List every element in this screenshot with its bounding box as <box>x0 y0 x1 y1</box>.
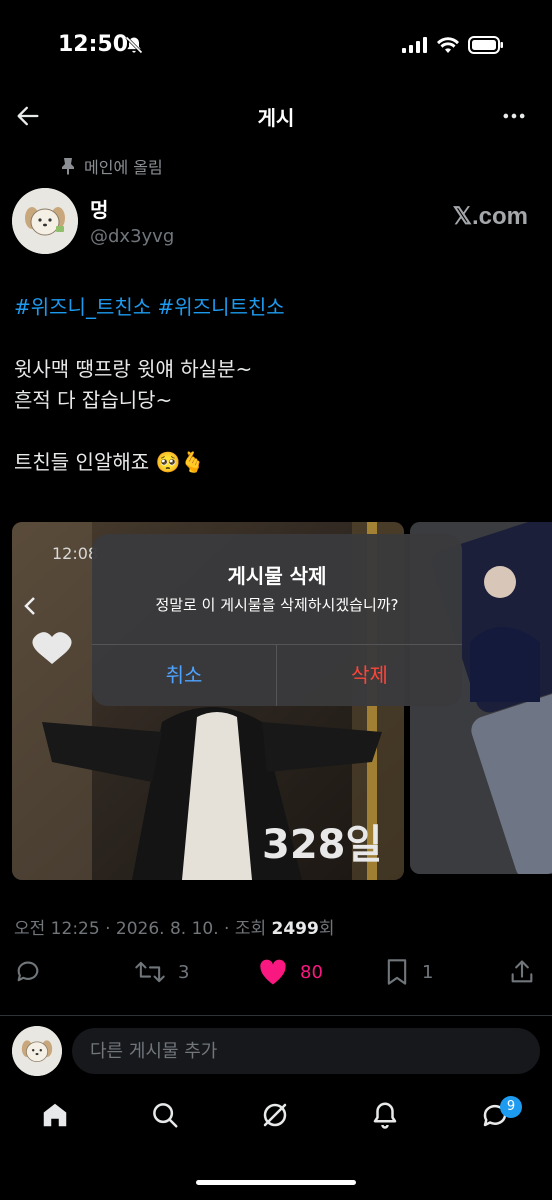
view-count: 2499 <box>271 919 319 939</box>
bookmark-count: 1 <box>422 961 434 983</box>
cancel-button[interactable]: 취소 <box>92 644 276 706</box>
retweet-action[interactable]: 3 <box>134 958 189 986</box>
home-icon[interactable] <box>40 1100 70 1130</box>
battery-icon <box>468 36 503 54</box>
delete-dialog: 게시물 삭제 정말로 이 게시물을 삭제하시겠습니까? 취소 삭제 <box>92 534 462 706</box>
wifi-icon <box>437 37 459 53</box>
media-day-label: 328일 <box>262 822 383 868</box>
messages-badge: 9 <box>500 1096 522 1118</box>
signal-icon <box>402 37 427 53</box>
reply-avatar <box>12 1026 62 1076</box>
post-line-2: 흔적 다 잡습니당~ <box>14 388 173 412</box>
author-avatar[interactable] <box>12 188 78 254</box>
puppy-avatar-image <box>12 188 78 254</box>
retweet-count: 3 <box>178 961 190 983</box>
author-name[interactable]: 멍 <box>90 194 108 223</box>
top-bar: 게시 <box>0 90 552 142</box>
post-meta: 오전 12:25 · 2026. 8. 10. · 조회 2499회 <box>14 914 334 939</box>
bookmark-action[interactable]: 1 <box>384 958 433 986</box>
reply-action[interactable] <box>14 958 42 986</box>
retweet-icon <box>135 961 165 983</box>
source-badge: 𝕏.com <box>452 203 528 230</box>
home-indicator <box>196 1180 356 1185</box>
status-bar: 12:50 <box>0 0 552 90</box>
more-options-icon[interactable] <box>500 102 528 130</box>
pinned-label: 메인에 올림 <box>84 158 163 177</box>
grok-icon[interactable] <box>260 1100 290 1130</box>
search-icon[interactable] <box>150 1100 180 1130</box>
post-body: #위즈니_트친소 #위즈니트친소 윗사맥 땡프랑 윗얘 하실분~ 흔적 다 잡습… <box>14 292 534 478</box>
system-icons <box>402 36 504 54</box>
reply-input[interactable] <box>72 1028 540 1074</box>
bookmark-icon <box>387 959 407 985</box>
puppy-avatar-small <box>12 1026 62 1076</box>
post-line-1: 윗사맥 땡프랑 윗얘 하실분~ <box>14 357 253 381</box>
like-count: 80 <box>300 961 323 983</box>
dialog-message: 정말로 이 게시물을 삭제하시겠습니까? <box>155 596 399 614</box>
like-action[interactable]: 80 <box>258 958 323 986</box>
share-icon <box>511 960 533 983</box>
share-action[interactable] <box>508 958 536 986</box>
dialog-title: 게시물 삭제 <box>227 564 327 588</box>
view-suffix: 회 <box>318 919 335 939</box>
status-time: 12:50 <box>58 32 129 57</box>
delete-button[interactable]: 삭제 <box>277 644 462 706</box>
post-line-3: 트친들 인알해죠 🥺🫰 <box>14 450 206 474</box>
pinned-indicator: 메인에 올림 <box>60 154 163 178</box>
post-timestamp: 오전 12:25 · 2026. 8. 10. · 조회 <box>14 919 272 939</box>
post-hashtags[interactable]: #위즈니_트친소 #위즈니트친소 <box>14 292 534 323</box>
post-actions: 3 80 1 <box>0 958 552 994</box>
page-title: 게시 <box>257 106 295 130</box>
heart-filled-icon <box>260 959 286 985</box>
notifications-bell-icon[interactable] <box>370 1100 400 1130</box>
pin-icon <box>62 158 74 175</box>
section-divider <box>0 1015 552 1016</box>
bell-off-icon <box>125 36 143 54</box>
author-handle[interactable]: @dx3yvg <box>90 226 174 247</box>
reply-icon <box>17 961 39 982</box>
bottom-tab-bar <box>0 1090 552 1150</box>
